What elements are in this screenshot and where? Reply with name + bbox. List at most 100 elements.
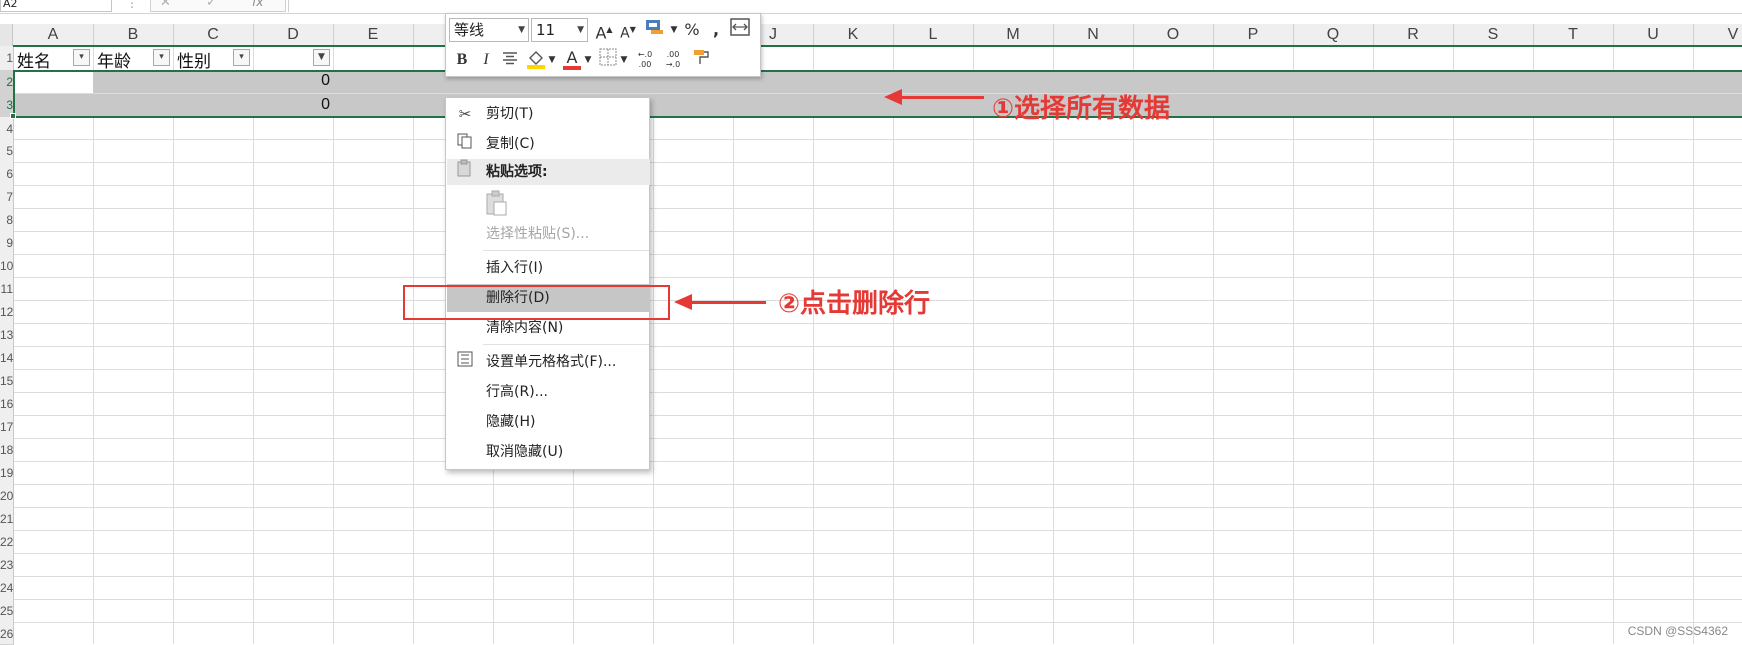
row-header-11[interactable]: 11 [0, 277, 14, 301]
row-header-20[interactable]: 20 [0, 484, 14, 508]
column-header-a[interactable]: A [13, 24, 94, 46]
row-header-9[interactable]: 9 [0, 231, 14, 255]
grid-line [13, 254, 1742, 255]
column-header-d[interactable]: D [253, 24, 334, 46]
grid-line [13, 208, 1742, 209]
cancel-icon[interactable]: ✕ [160, 0, 171, 10]
row-header-18[interactable]: 18 [0, 438, 14, 462]
percent-style-icon[interactable]: % [680, 18, 704, 42]
menu-item-row-height[interactable]: 行高(R)... [447, 378, 650, 406]
decrease-decimal-icon[interactable]: .00 →.0 [660, 48, 686, 74]
chevron-down-icon[interactable]: ▼ [618, 48, 630, 72]
column-header-e[interactable]: E [333, 24, 414, 46]
row-header-12[interactable]: 12 [0, 300, 14, 324]
row-header-25[interactable]: 25 [0, 599, 14, 623]
row-header-2[interactable]: 2 [0, 70, 14, 94]
row-header-23[interactable]: 23 [0, 553, 14, 577]
row-header-16[interactable]: 16 [0, 392, 14, 416]
row-header-21[interactable]: 21 [0, 507, 14, 531]
comma-style-icon[interactable]: , [704, 18, 728, 42]
watermark: CSDN @SSS4362 [1627, 624, 1728, 638]
column-header-s[interactable]: S [1453, 24, 1534, 46]
filter-dropdown-icon[interactable]: ▾ [153, 49, 170, 66]
grid-line [1453, 46, 1454, 644]
format-painter-icon[interactable] [690, 48, 714, 72]
borders-icon[interactable] [596, 48, 620, 72]
grid-line [13, 323, 1742, 324]
chevron-down-icon: ▼ [518, 25, 525, 35]
font-color-glyph: A [566, 48, 578, 67]
grid-line [973, 46, 974, 644]
row-header-19[interactable]: 19 [0, 461, 14, 485]
menu-item-hide[interactable]: 隐藏(H) [447, 408, 650, 436]
row-header-6[interactable]: 6 [0, 162, 14, 186]
increase-decimal-icon[interactable]: ←.0 .00 [632, 48, 658, 74]
filter-dropdown-icon[interactable]: ▾ [233, 49, 250, 66]
grow-font-icon[interactable]: A▲ [592, 18, 616, 42]
column-header-v[interactable]: V [1693, 24, 1742, 46]
column-header-u[interactable]: U [1613, 24, 1694, 46]
menu-item-cut[interactable]: ✂ 剪切(T) [447, 100, 650, 128]
row-header-10[interactable]: 10 [0, 254, 14, 278]
row-header-17[interactable]: 17 [0, 415, 14, 439]
italic-icon[interactable]: I [474, 48, 498, 72]
annotation-step-2: ②点击删除行 [778, 289, 931, 319]
filter-dropdown-icon[interactable]: ▾ [73, 49, 90, 66]
column-header-r[interactable]: R [1373, 24, 1454, 46]
paste-icon[interactable] [484, 190, 510, 218]
row-header-5[interactable]: 5 [0, 139, 14, 163]
row-header-15[interactable]: 15 [0, 369, 14, 393]
align-center-icon[interactable] [498, 48, 522, 72]
formula-input[interactable] [288, 0, 1742, 12]
column-header-b[interactable]: B [93, 24, 174, 46]
row-header-14[interactable]: 14 [0, 346, 14, 370]
bold-icon[interactable]: B [450, 48, 474, 72]
row-header-22[interactable]: 22 [0, 530, 14, 554]
row-header-26[interactable]: 26 [0, 622, 14, 645]
row-header-1[interactable]: 1 [0, 46, 14, 71]
column-header-m[interactable]: M [973, 24, 1054, 46]
column-header-o[interactable]: O [1133, 24, 1214, 46]
row-header-13[interactable]: 13 [0, 323, 14, 347]
column-header-c[interactable]: C [173, 24, 254, 46]
menu-item-paste-special: 选择性粘贴(S)... [447, 220, 650, 248]
chevron-down-icon[interactable]: ▼ [582, 48, 594, 72]
font-size-value: 11 [536, 21, 556, 39]
filter-applied-icon[interactable]: ▼ [313, 49, 330, 66]
select-all-corner[interactable] [0, 24, 13, 46]
row-header-8[interactable]: 8 [0, 208, 14, 232]
column-header-l[interactable]: L [893, 24, 974, 46]
chevron-down-icon[interactable]: ▼ [546, 48, 558, 72]
menu-item-label: 剪切(T) [486, 106, 534, 122]
menu-item-insert-row[interactable]: 插入行(I) [447, 254, 650, 282]
fill-handle[interactable] [10, 113, 16, 119]
format-painter-style-icon[interactable] [642, 18, 670, 42]
column-header-q[interactable]: Q [1293, 24, 1374, 46]
shrink-font-icon[interactable]: A▼ [616, 18, 640, 42]
menu-item-copy[interactable]: 复制(C) [447, 130, 650, 158]
merge-center-icon[interactable] [728, 18, 752, 42]
menu-item-label: 选择性粘贴(S)... [486, 226, 590, 242]
column-header-n[interactable]: N [1053, 24, 1134, 46]
menu-item-format-cells[interactable]: 设置单元格格式(F)... [447, 348, 650, 376]
row-header-7[interactable]: 7 [0, 185, 14, 209]
grid-line [413, 46, 414, 644]
menu-item-unhide[interactable]: 取消隐藏(U) [447, 438, 650, 466]
font-color-icon[interactable]: A [560, 46, 584, 70]
column-headers: A B C D E F G H I J K L M N O P Q R S T … [0, 24, 1742, 46]
column-header-t[interactable]: T [1533, 24, 1614, 46]
row-header-4[interactable]: 4 [0, 117, 14, 140]
font-name-combo[interactable]: 等线 ▼ [449, 18, 529, 42]
name-box[interactable]: A2 [0, 0, 112, 12]
insert-function-icon[interactable]: fx [252, 0, 263, 9]
menu-item-label: 粘贴选项: [486, 164, 548, 180]
column-header-p[interactable]: P [1213, 24, 1294, 46]
font-size-combo[interactable]: 11 ▼ [531, 18, 588, 42]
enter-icon[interactable]: ✓ [206, 0, 217, 10]
fill-color-icon[interactable] [524, 48, 548, 72]
row-header-24[interactable]: 24 [0, 576, 14, 600]
grid-line [13, 576, 1742, 577]
column-header-k[interactable]: K [813, 24, 894, 46]
chevron-down-icon[interactable]: ▼ [668, 18, 680, 42]
formula-bar-menu-icon[interactable]: ⋮ [126, 0, 138, 10]
